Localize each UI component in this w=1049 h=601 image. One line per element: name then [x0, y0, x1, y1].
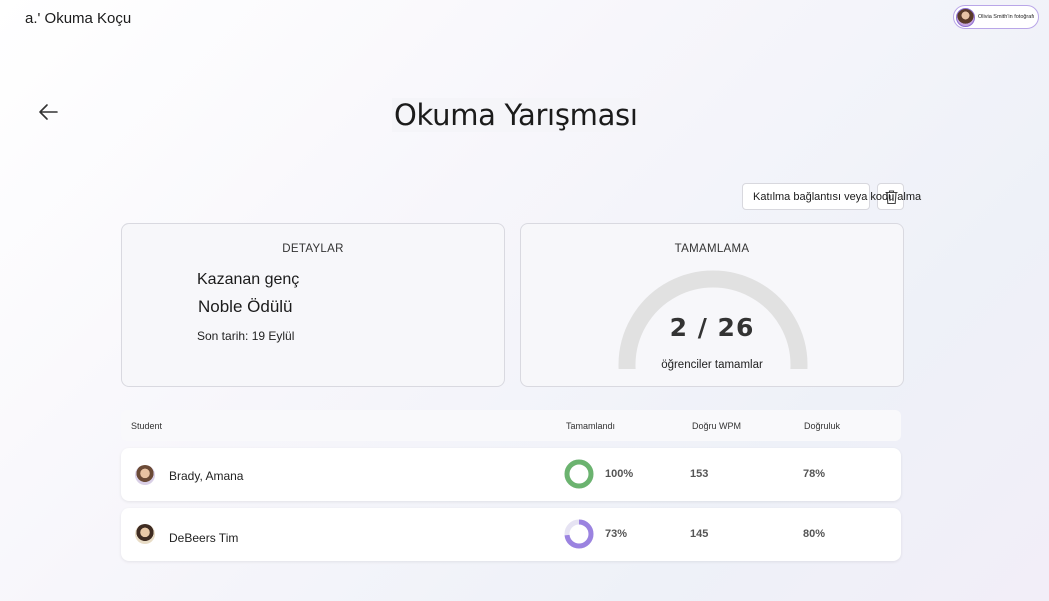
completion-ring [564, 519, 594, 549]
app-title: a.' Okuma Koçu [25, 10, 132, 27]
table-row[interactable]: Brady, Amana 100% 153 78% [121, 448, 901, 501]
details-card: DETAYLAR Kazanan genç Noble Ödülü Son ta… [121, 223, 505, 387]
details-header: DETAYLAR [282, 243, 344, 255]
completed-percent: 73% [605, 528, 628, 540]
wpm-value: 145 [690, 528, 709, 540]
join-link-label: Katılma bağlantısı veya kodu alma [753, 191, 922, 203]
page-title: Okuma Yarışması [392, 98, 640, 132]
join-link-button[interactable]: Katılma bağlantısı veya kodu alma [742, 183, 921, 210]
completion-value: 2 / 26 [669, 313, 755, 342]
column-completed: Tamamlandı [566, 421, 616, 431]
prize-label: Kazanan genç [197, 271, 300, 288]
table-header: Student Tamamlandı Doğru WPM Doğruluk [121, 410, 901, 441]
column-wpm: Doğru WPM [692, 421, 742, 431]
student-avatar [135, 465, 155, 485]
profile-name: Olivia Smith'in fotoğrafı [978, 14, 1035, 20]
completion-ring-fill [564, 459, 594, 489]
column-student: Student [131, 421, 163, 431]
prize-name: Noble Ödülü [198, 297, 293, 316]
completed-percent: 100% [605, 468, 634, 480]
column-accuracy: Doğruluk [804, 421, 841, 431]
due-date: Son tarih: 19 Eylül [197, 329, 295, 343]
wpm-value: 153 [690, 468, 709, 480]
student-name: Brady, Amana [169, 469, 244, 483]
profile-button[interactable]: Olivia Smith'in fotoğrafı [953, 5, 1039, 29]
student-name: DeBeers Tim [169, 531, 239, 545]
completion-header: TAMAMLAMA [674, 243, 750, 255]
back-arrow-icon[interactable] [37, 102, 59, 122]
completion-caption: öğrenciler tamamlar [661, 359, 763, 371]
completion-ring [564, 459, 594, 489]
profile-avatar [956, 7, 975, 27]
accuracy-value: 80% [803, 528, 826, 540]
completion-card: TAMAMLAMA 2 / 26 öğrenciler tamamlar [520, 223, 904, 387]
table-row[interactable]: DeBeers Tim 73% 145 80% [121, 508, 901, 561]
student-avatar [135, 524, 155, 544]
accuracy-value: 78% [803, 468, 826, 480]
